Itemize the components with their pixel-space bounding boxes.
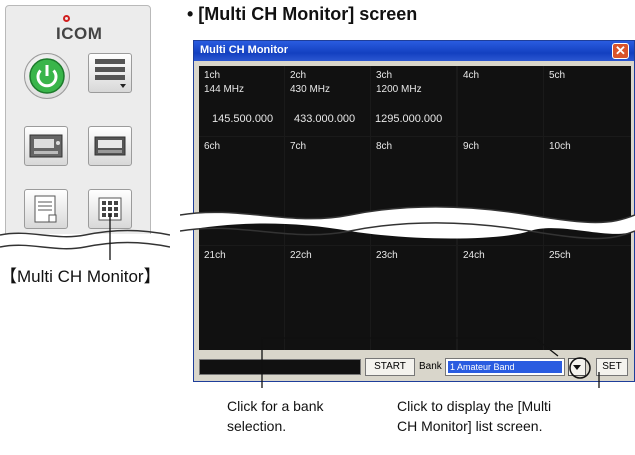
channel-name: 7ch (290, 141, 307, 152)
channel-name: 21ch (204, 250, 226, 261)
channel-band: 144 MHz (204, 84, 245, 95)
list-icon (95, 59, 126, 88)
window-title: Multi CH Monitor (200, 44, 288, 56)
icom-logo: ICOM (56, 24, 103, 43)
annotation-leaders (261, 337, 600, 388)
channel-cell[interactable]: 5ch (544, 66, 631, 136)
channel-cell[interactable]: 3ch 1200 MHz 1295.000.000 (371, 66, 456, 136)
launcher-panel: ICOM (5, 5, 151, 245)
channel-name: 23ch (376, 250, 398, 261)
list-button-annotation-line1: Click to display the [Multi (397, 398, 552, 414)
channel-cell[interactable]: 2ch 430 MHz 433.000.000 (285, 66, 370, 136)
logo-mark (63, 15, 70, 22)
section-heading: • [Multi CH Monitor] screen (187, 4, 418, 24)
bank-select-annotation-line1: Click for a bank (227, 398, 324, 414)
channel-name: 22ch (290, 250, 312, 261)
channel-name: 9ch (463, 141, 480, 152)
channel-name: 4ch (463, 70, 480, 81)
multi-ch-monitor-caption: 【Multi CH Monitor】 (0, 267, 161, 286)
radio-view-button[interactable] (24, 126, 68, 166)
channel-name: 6ch (204, 141, 221, 152)
channel-cell[interactable]: 4ch (458, 66, 543, 136)
power-button[interactable] (24, 53, 70, 99)
channel-name: 2ch (290, 70, 307, 81)
caption-leader (109, 214, 111, 260)
channel-frequency: 433.000.000 (294, 113, 356, 125)
scope-view-button[interactable] (88, 126, 132, 166)
transceiver-icon (29, 134, 63, 158)
channel-name: 25ch (549, 250, 571, 261)
channel-frequency: 145.500.000 (212, 113, 274, 125)
bank-select-annotation-line2: selection. (227, 418, 287, 434)
display-icon (94, 136, 126, 156)
channel-name: 5ch (549, 70, 566, 81)
channel-cell[interactable]: 1ch 144 MHz 145.500.000 (199, 66, 284, 136)
title-bar[interactable]: Multi CH Monitor ✕ (194, 41, 634, 61)
panel-break-lines (0, 229, 170, 250)
memo-button[interactable] (24, 189, 68, 229)
channel-band: 1200 MHz (376, 84, 422, 95)
close-icon[interactable]: ✕ (612, 43, 629, 59)
channel-name: 3ch (376, 70, 393, 81)
window-break-lines (180, 206, 635, 240)
channel-name: 24ch (463, 250, 485, 261)
power-icon (29, 58, 65, 94)
channel-name: 1ch (204, 70, 221, 81)
channel-name: 8ch (376, 141, 393, 152)
document-icon (34, 195, 57, 223)
channel-band: 430 MHz (290, 84, 331, 95)
list-button-annotation-line2: CH Monitor] list screen. (397, 418, 543, 434)
channel-frequency: 1295.000.000 (375, 113, 443, 125)
list-view-button[interactable] (88, 53, 132, 93)
channel-name: 10ch (549, 141, 571, 152)
